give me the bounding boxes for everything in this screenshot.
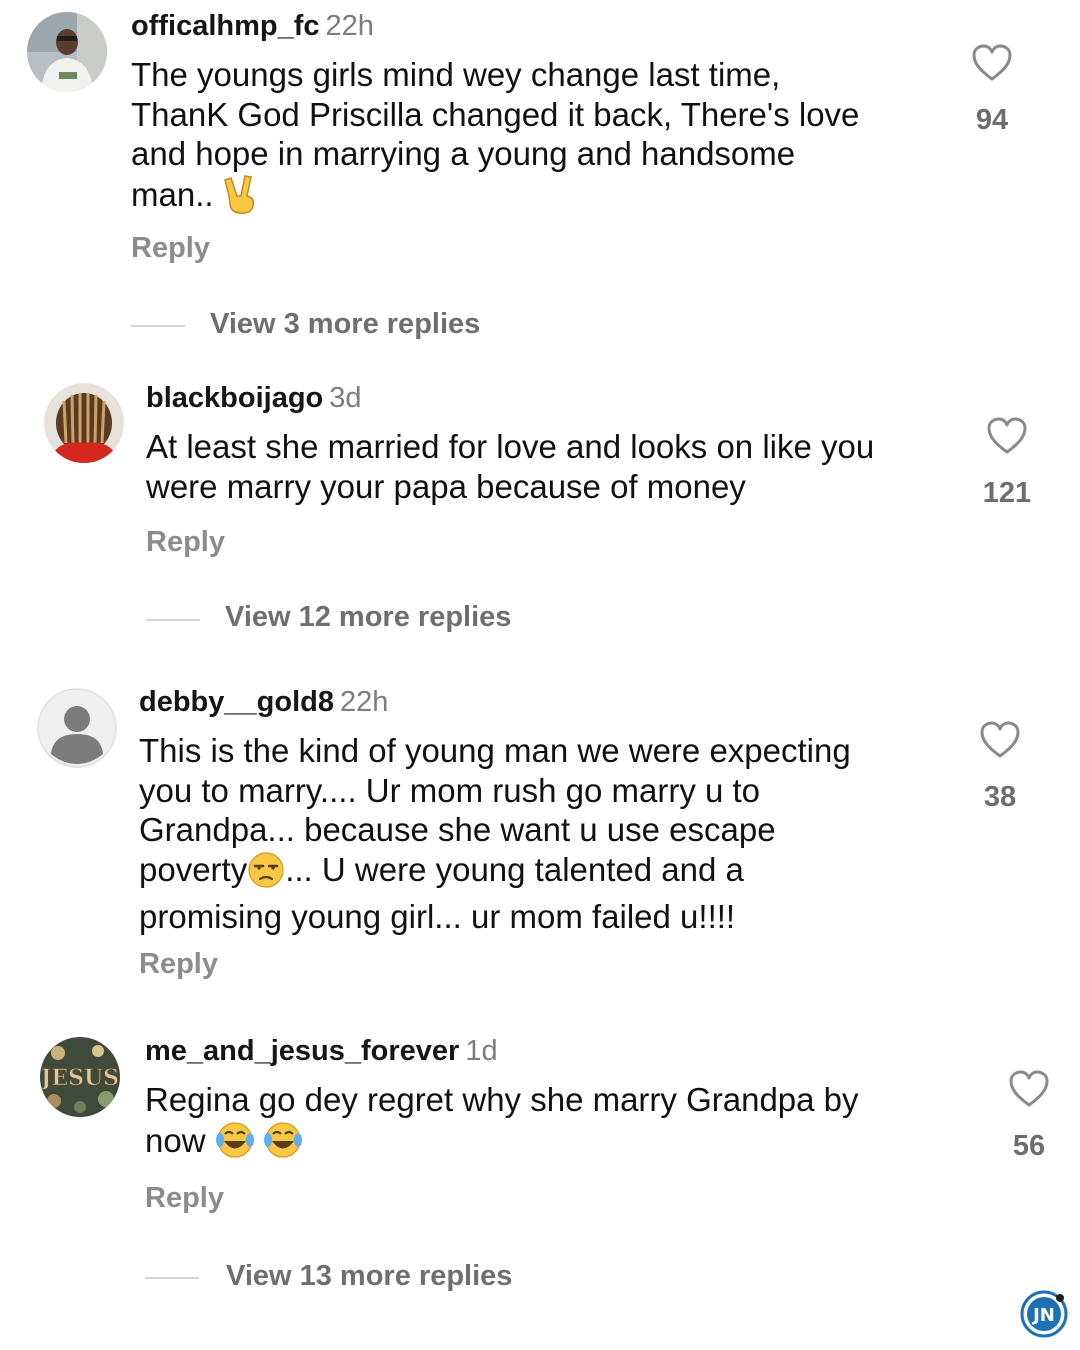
like-button[interactable]: 56 — [994, 1070, 1064, 1163]
avatar[interactable] — [44, 383, 124, 463]
username[interactable]: blackboijago — [146, 382, 323, 414]
timestamp: 22h — [340, 686, 389, 718]
comment-text-line: Grandpa... because she want u use escape — [139, 811, 776, 848]
comment-text: At least she married for love and looks … — [146, 427, 946, 506]
like-button[interactable]: 94 — [957, 44, 1027, 137]
view-more-replies-button[interactable]: View 3 more replies — [210, 308, 480, 341]
like-count: 94 — [975, 104, 1009, 136]
comment-text-line: now — [145, 1121, 206, 1159]
like-button[interactable]: 121 — [972, 417, 1042, 510]
timestamp: 3d — [329, 382, 362, 414]
comment-text-line: This is the kind of young man we were ex… — [139, 732, 851, 769]
comment-text: Regina go dey regret why she marry Grand… — [145, 1080, 945, 1168]
heart-icon — [987, 417, 1027, 454]
comment-header: me_and_jesus_forever 1d — [145, 1033, 498, 1069]
like-count: 56 — [1012, 1130, 1046, 1162]
reply-button[interactable]: Reply — [131, 232, 210, 265]
avatar[interactable] — [37, 688, 117, 768]
comment-text-line: The youngs girls mind wey change last ti… — [131, 56, 781, 93]
like-button[interactable]: 38 — [965, 721, 1035, 814]
avatar-text: JESUS — [40, 1065, 119, 1091]
comment-header: officalhmp_fc 22h — [131, 8, 374, 44]
heart-icon — [1009, 1070, 1049, 1107]
comment-text-line: Regina go dey regret why she marry Grand… — [145, 1081, 859, 1118]
timestamp: 22h — [325, 10, 374, 42]
like-count: 38 — [983, 781, 1017, 813]
watermark-text: JN — [1031, 1305, 1055, 1326]
like-count: 121 — [982, 477, 1032, 509]
view-more-replies-button[interactable]: View 12 more replies — [225, 601, 511, 634]
username[interactable]: me_and_jesus_forever — [145, 1035, 459, 1067]
reply-button[interactable]: Reply — [145, 1182, 224, 1215]
jn-watermark-logo: JN — [1020, 1290, 1068, 1338]
avatar[interactable] — [27, 12, 107, 92]
timestamp: 1d — [465, 1035, 498, 1067]
comment-text-line: ... U were young talented and a — [285, 850, 744, 888]
username[interactable]: debby__gold8 — [139, 686, 334, 718]
view-more-replies-button[interactable]: View 13 more replies — [226, 1260, 512, 1293]
comment-text-line: and hope in marrying a young and handsom… — [131, 135, 796, 172]
comment-text-line: ThanK God Priscilla changed it back, The… — [131, 95, 860, 133]
divider-line — [145, 1277, 199, 1279]
comment-header: blackboijago 3d — [146, 380, 362, 416]
comment-text-line: man.. — [131, 175, 214, 213]
comment-text-line: At least she married for love and looks … — [146, 428, 875, 465]
heart-icon — [980, 721, 1020, 758]
comment-text-line: promising young girl... ur mom failed u!… — [139, 898, 736, 935]
reply-button[interactable]: Reply — [146, 526, 225, 559]
reply-button[interactable]: Reply — [139, 948, 218, 981]
username[interactable]: officalhmp_fc — [131, 10, 320, 42]
tears-of-joy-emoji — [215, 1120, 305, 1169]
unamused-face-emoji — [247, 851, 285, 898]
divider-line — [146, 619, 200, 621]
victory-hand-emoji — [223, 174, 259, 223]
comment-text: This is the kind of young man we were ex… — [139, 731, 939, 937]
comment-text: The youngs girls mind wey change last ti… — [131, 55, 931, 222]
comment-header: debby__gold8 22h — [139, 684, 388, 720]
heart-icon — [972, 44, 1012, 81]
divider-line — [131, 325, 185, 327]
avatar[interactable]: JESUS — [40, 1037, 120, 1117]
comment-text-line: were marry your papa because of money — [146, 467, 746, 505]
comment-text-line: you to marry.... Ur mom rush go marry u … — [139, 771, 761, 809]
comment-text-line: poverty — [139, 850, 248, 888]
